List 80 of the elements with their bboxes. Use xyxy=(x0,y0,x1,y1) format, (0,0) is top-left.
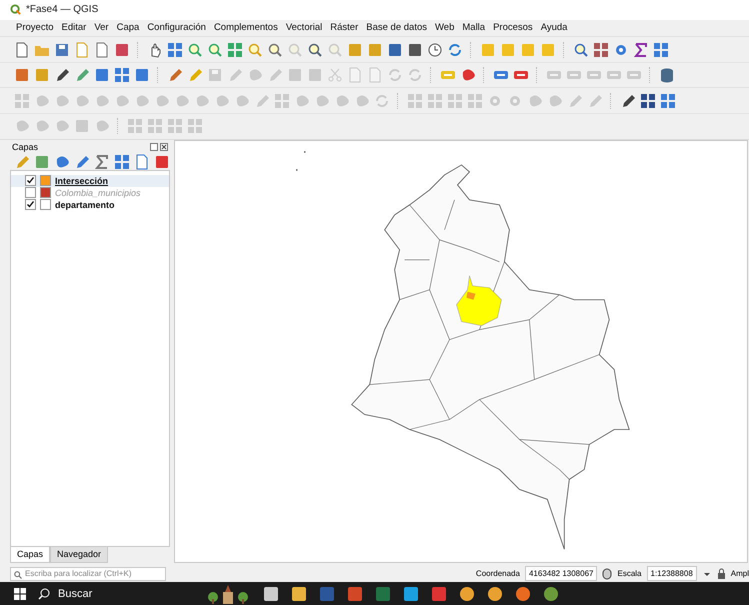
pencil-icon[interactable] xyxy=(54,67,70,84)
grid-icon[interactable] xyxy=(114,67,130,84)
menu-item[interactable]: Procesos xyxy=(493,22,533,34)
menu-item[interactable]: Web xyxy=(435,22,454,34)
taskbar-app-icon[interactable] xyxy=(543,586,559,602)
square-icon[interactable] xyxy=(134,67,150,84)
sigma-icon[interactable] xyxy=(633,42,649,58)
taskbar-app-icon[interactable] xyxy=(487,586,503,602)
taskbar-app-icon[interactable] xyxy=(403,586,419,602)
clock-icon[interactable] xyxy=(427,42,443,58)
pencil-icon[interactable] xyxy=(74,154,90,170)
taskbar-app-icon[interactable] xyxy=(459,586,475,602)
search-icon xyxy=(38,588,50,600)
page-icon[interactable] xyxy=(94,42,110,58)
search-icon[interactable] xyxy=(187,42,203,58)
search-icon[interactable] xyxy=(573,42,589,58)
shape-icon[interactable] xyxy=(54,154,70,170)
square-icon[interactable] xyxy=(407,42,423,58)
magnifier-label: Ampl xyxy=(730,569,749,578)
search-icon[interactable] xyxy=(207,42,223,58)
square-icon[interactable] xyxy=(94,67,110,84)
layer-name: departamento xyxy=(55,200,115,210)
scale-field[interactable]: 1:12388808 xyxy=(646,566,697,582)
layer-name: Colombia_municipios xyxy=(55,188,141,198)
grid-icon[interactable] xyxy=(660,92,676,109)
layer-name: Intersección xyxy=(55,176,108,186)
search-icon xyxy=(14,570,22,579)
pencil-icon[interactable] xyxy=(620,92,636,109)
layer-checkbox[interactable] xyxy=(25,175,36,186)
menu-item[interactable]: Editar xyxy=(62,22,86,34)
scissors-icon[interactable] xyxy=(327,67,343,84)
coordinate-label: Coordenada xyxy=(476,569,520,578)
taskbar-app-icon[interactable] xyxy=(515,586,531,602)
grid-icon[interactable] xyxy=(593,42,609,58)
taskbar-search[interactable]: Buscar xyxy=(38,588,193,600)
taskbar-app-icon[interactable] xyxy=(291,586,307,602)
database-icon[interactable] xyxy=(659,67,675,84)
shape-icon[interactable] xyxy=(460,67,476,84)
menu-item[interactable]: Configuración xyxy=(147,22,206,34)
search-icon[interactable] xyxy=(267,42,283,58)
highlighted-area xyxy=(456,274,502,326)
layer-item[interactable]: departamento xyxy=(11,198,169,211)
scale-label: Escala xyxy=(617,569,642,578)
qgis-logo-icon xyxy=(10,4,21,16)
panel-tab[interactable]: Capas xyxy=(10,546,50,563)
square-icon[interactable] xyxy=(14,67,30,84)
grid-icon[interactable] xyxy=(640,92,656,109)
grid-icon[interactable] xyxy=(114,154,130,170)
page-icon[interactable] xyxy=(134,154,150,170)
sigma-icon[interactable] xyxy=(94,154,110,170)
menu-item[interactable]: Ráster xyxy=(330,22,358,34)
window-title: *Fase4 — QGIS xyxy=(26,4,98,16)
menu-item[interactable]: Vectorial xyxy=(286,22,322,34)
square-icon[interactable] xyxy=(154,154,170,170)
coordinate-field[interactable]: 4163482 1308067 xyxy=(524,566,598,582)
search-icon[interactable] xyxy=(307,42,323,58)
menu-item[interactable]: Proyecto xyxy=(16,22,54,34)
grid-icon[interactable] xyxy=(167,42,183,58)
taskbar-app-icon[interactable] xyxy=(263,586,279,602)
refresh-icon[interactable] xyxy=(447,42,463,58)
intersection-marker xyxy=(466,291,476,300)
square-icon[interactable] xyxy=(114,42,130,58)
grid-icon[interactable] xyxy=(653,42,669,58)
menu-item[interactable]: Malla xyxy=(462,22,486,34)
square-icon[interactable] xyxy=(387,42,403,58)
page-icon[interactable] xyxy=(14,42,30,58)
menu-item[interactable]: Complementos xyxy=(214,22,278,34)
close-icon[interactable] xyxy=(150,142,168,151)
panel-title: Capas xyxy=(12,142,38,152)
lock-icon[interactable] xyxy=(716,568,726,580)
menu-item[interactable]: Ver xyxy=(94,22,109,34)
menu-item[interactable]: Ayuda xyxy=(540,22,568,34)
windows-icon[interactable] xyxy=(14,588,26,600)
layer-checkbox[interactable] xyxy=(25,199,36,210)
locator-field[interactable]: Escriba para localizar (Ctrl+K) xyxy=(10,566,166,581)
panel-tab[interactable]: Navegador xyxy=(50,546,108,563)
menu-item[interactable]: Capa xyxy=(116,22,140,34)
layer-item[interactable]: Intersección xyxy=(11,174,169,187)
menu-item[interactable]: Base de datos xyxy=(366,22,427,34)
mouse-icon[interactable] xyxy=(602,568,612,580)
